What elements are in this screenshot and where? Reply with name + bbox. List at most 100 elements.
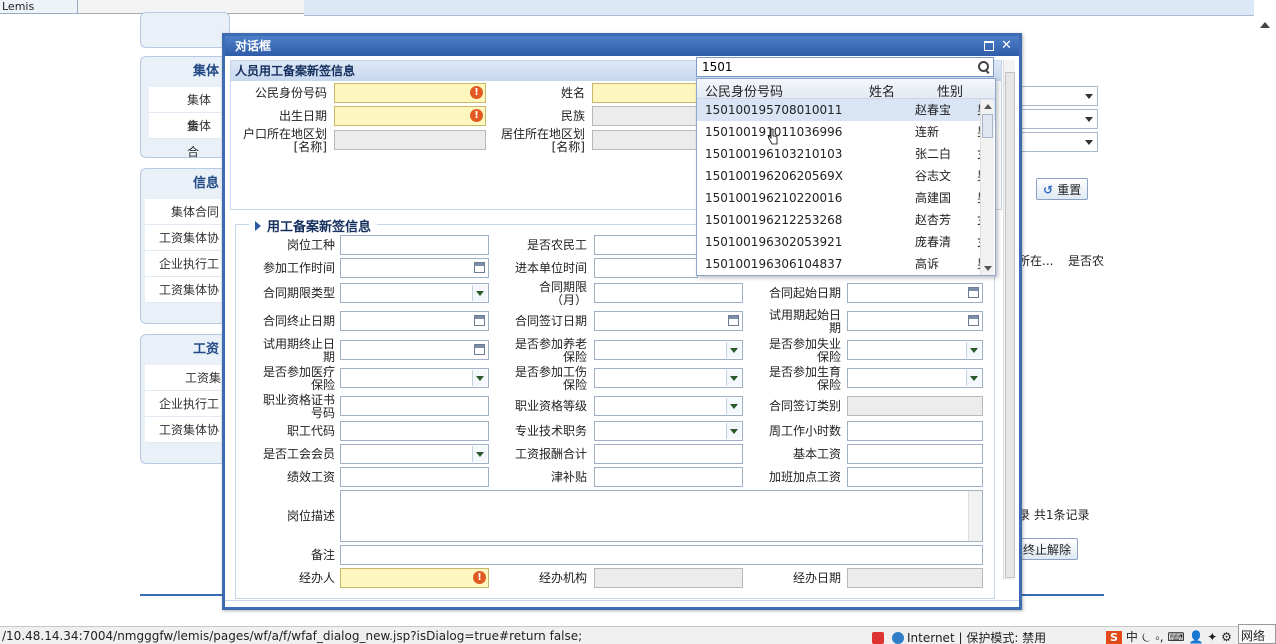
calendar-icon[interactable] xyxy=(968,287,979,298)
hukou-region-field[interactable] xyxy=(334,130,486,150)
chevron-down-icon[interactable] xyxy=(472,446,487,462)
birth-date-field[interactable]: ! xyxy=(334,106,486,126)
bg-panel-3-item[interactable]: 工资集体协 xyxy=(145,417,221,443)
bg-panel-2-item[interactable]: 工资集体协 xyxy=(145,277,221,303)
injury-select[interactable] xyxy=(594,368,743,388)
popup-blocked-icon[interactable] xyxy=(872,632,884,644)
dialog-scrollbar-thumb[interactable] xyxy=(1005,72,1015,578)
calendar-icon[interactable] xyxy=(474,344,485,355)
base-wage-field[interactable] xyxy=(847,444,983,464)
probation-end-date[interactable] xyxy=(340,340,489,360)
id-lookup-row[interactable]: 150100196302053921庞春清女 xyxy=(697,231,995,253)
scroll-up-icon[interactable] xyxy=(984,104,992,109)
tech-post-select[interactable] xyxy=(594,421,743,441)
bg-panel-1-item[interactable]: 集体合 xyxy=(149,113,221,159)
chevron-down-icon[interactable] xyxy=(726,342,741,358)
bg-select-3[interactable] xyxy=(1018,132,1098,152)
bg-select-1[interactable] xyxy=(1018,86,1098,106)
contract-sign-date[interactable] xyxy=(594,311,743,331)
residence-region-field[interactable] xyxy=(592,130,698,150)
reset-button[interactable]: ↺ 重置 xyxy=(1036,178,1089,200)
id-lookup-row[interactable]: 150100196212253268赵杏芳女 xyxy=(697,209,995,231)
maximize-icon[interactable] xyxy=(982,39,995,52)
bg-panel-3-item[interactable]: 企业执行工 xyxy=(145,391,221,417)
browser-tab[interactable]: Lemis xyxy=(0,0,78,14)
chevron-down-icon[interactable] xyxy=(726,423,741,439)
cert-level-select[interactable] xyxy=(594,396,743,416)
chevron-down-icon[interactable] xyxy=(966,370,981,386)
scroll-thumb[interactable] xyxy=(982,114,993,138)
reset-icon: ↺ xyxy=(1043,183,1058,197)
dialog-title-bar[interactable]: 对话框 ✕ xyxy=(225,36,1019,56)
job-code-field[interactable] xyxy=(340,421,489,441)
dialog-scrollbar[interactable] xyxy=(1003,60,1015,580)
remark-field[interactable] xyxy=(340,545,983,565)
post-field[interactable] xyxy=(340,235,489,255)
employment-info-header[interactable]: 用工备案新签信息 xyxy=(249,216,378,235)
allowance-field[interactable] xyxy=(594,467,743,487)
ime-s-icon[interactable]: S xyxy=(1106,631,1122,644)
id-lookup-combo[interactable] xyxy=(696,57,994,77)
weekly-hours-field[interactable] xyxy=(847,421,983,441)
calendar-icon[interactable] xyxy=(474,315,485,326)
work-start-date[interactable] xyxy=(340,258,489,278)
id-lookup-row[interactable]: 150100196306104837高诉男 xyxy=(697,253,995,275)
perf-wage-field[interactable] xyxy=(340,467,489,487)
scroll-down-icon[interactable] xyxy=(984,266,992,271)
row-name: 庞春清 xyxy=(915,235,952,249)
id-lookup-row[interactable]: 15010019620620569X谷志文男 xyxy=(697,165,995,187)
id-lookup-input[interactable] xyxy=(697,58,967,76)
unemployment-select[interactable] xyxy=(847,340,983,360)
union-select[interactable] xyxy=(340,444,489,464)
page-scroll-up-icon[interactable] xyxy=(1258,16,1272,38)
contract-end-date[interactable] xyxy=(340,311,489,331)
terminate-button[interactable]: 终止解除 xyxy=(1016,538,1079,560)
pension-select[interactable] xyxy=(594,340,743,360)
job-desc-textarea[interactable] xyxy=(340,490,983,542)
overtime-field[interactable] xyxy=(847,467,983,487)
handling-date-field[interactable] xyxy=(847,568,983,588)
probation-end-line1: 试用期终止日 xyxy=(262,337,335,351)
cert-no-field[interactable] xyxy=(340,396,489,416)
bg-panel-2-item[interactable]: 集体合同 xyxy=(145,199,221,225)
job-code-label: 职工代码 xyxy=(286,424,335,438)
maternity-select[interactable] xyxy=(847,368,983,388)
search-icon[interactable] xyxy=(978,61,990,73)
close-icon[interactable]: ✕ xyxy=(1000,39,1013,52)
bg-panel-3-item[interactable]: 工资集 xyxy=(145,365,221,391)
chevron-down-icon[interactable] xyxy=(472,285,487,301)
contract-months-field[interactable] xyxy=(594,283,743,303)
chevron-down-icon[interactable] xyxy=(472,370,487,386)
medical-select[interactable] xyxy=(340,368,489,388)
id-lookup-row[interactable]: 150100191011036996连新男 xyxy=(697,121,995,143)
join-time-date[interactable] xyxy=(594,258,698,278)
ethnic-field[interactable] xyxy=(592,106,698,126)
chevron-down-icon[interactable] xyxy=(726,398,741,414)
id-lookup-row[interactable]: 150100196210220016高建国男 xyxy=(697,187,995,209)
textarea-scrollbar[interactable] xyxy=(968,491,982,541)
calendar-icon[interactable] xyxy=(968,315,979,326)
probation-start-date[interactable] xyxy=(847,311,983,331)
handler-field[interactable]: ! xyxy=(340,568,489,588)
chevron-down-icon[interactable] xyxy=(966,342,981,358)
id-lookup-row[interactable]: 150100195708010011赵春宝男 xyxy=(697,99,995,121)
row-id: 150100196212253268 xyxy=(705,213,843,227)
calendar-icon[interactable] xyxy=(474,262,485,273)
id-lookup-row[interactable]: 150100196103210103张二白女 xyxy=(697,143,995,165)
contract-category-field[interactable] xyxy=(847,396,983,416)
id-lookup-scrollbar[interactable] xyxy=(980,100,994,275)
handling-org-field[interactable] xyxy=(594,568,743,588)
wage-total-field[interactable] xyxy=(594,444,743,464)
contract-start-date[interactable] xyxy=(847,283,983,303)
bg-panel-1-item[interactable]: 集体合 xyxy=(149,87,221,133)
name-field[interactable] xyxy=(592,83,698,103)
id-number-field[interactable]: ! xyxy=(334,83,486,103)
is-farmer-select[interactable] xyxy=(594,235,698,255)
calendar-icon[interactable] xyxy=(728,315,739,326)
contract-type-select[interactable] xyxy=(340,283,489,303)
bg-panel-2-item[interactable]: 工资集体协 xyxy=(145,225,221,251)
chevron-down-icon[interactable] xyxy=(726,370,741,386)
tray-icons[interactable]: 中 ⏾ ⸰, ⌨ 👤 ✦ ⚙ xyxy=(1126,630,1232,644)
bg-panel-2-item[interactable]: 企业执行工 xyxy=(145,251,221,277)
bg-select-2[interactable] xyxy=(1018,109,1098,129)
